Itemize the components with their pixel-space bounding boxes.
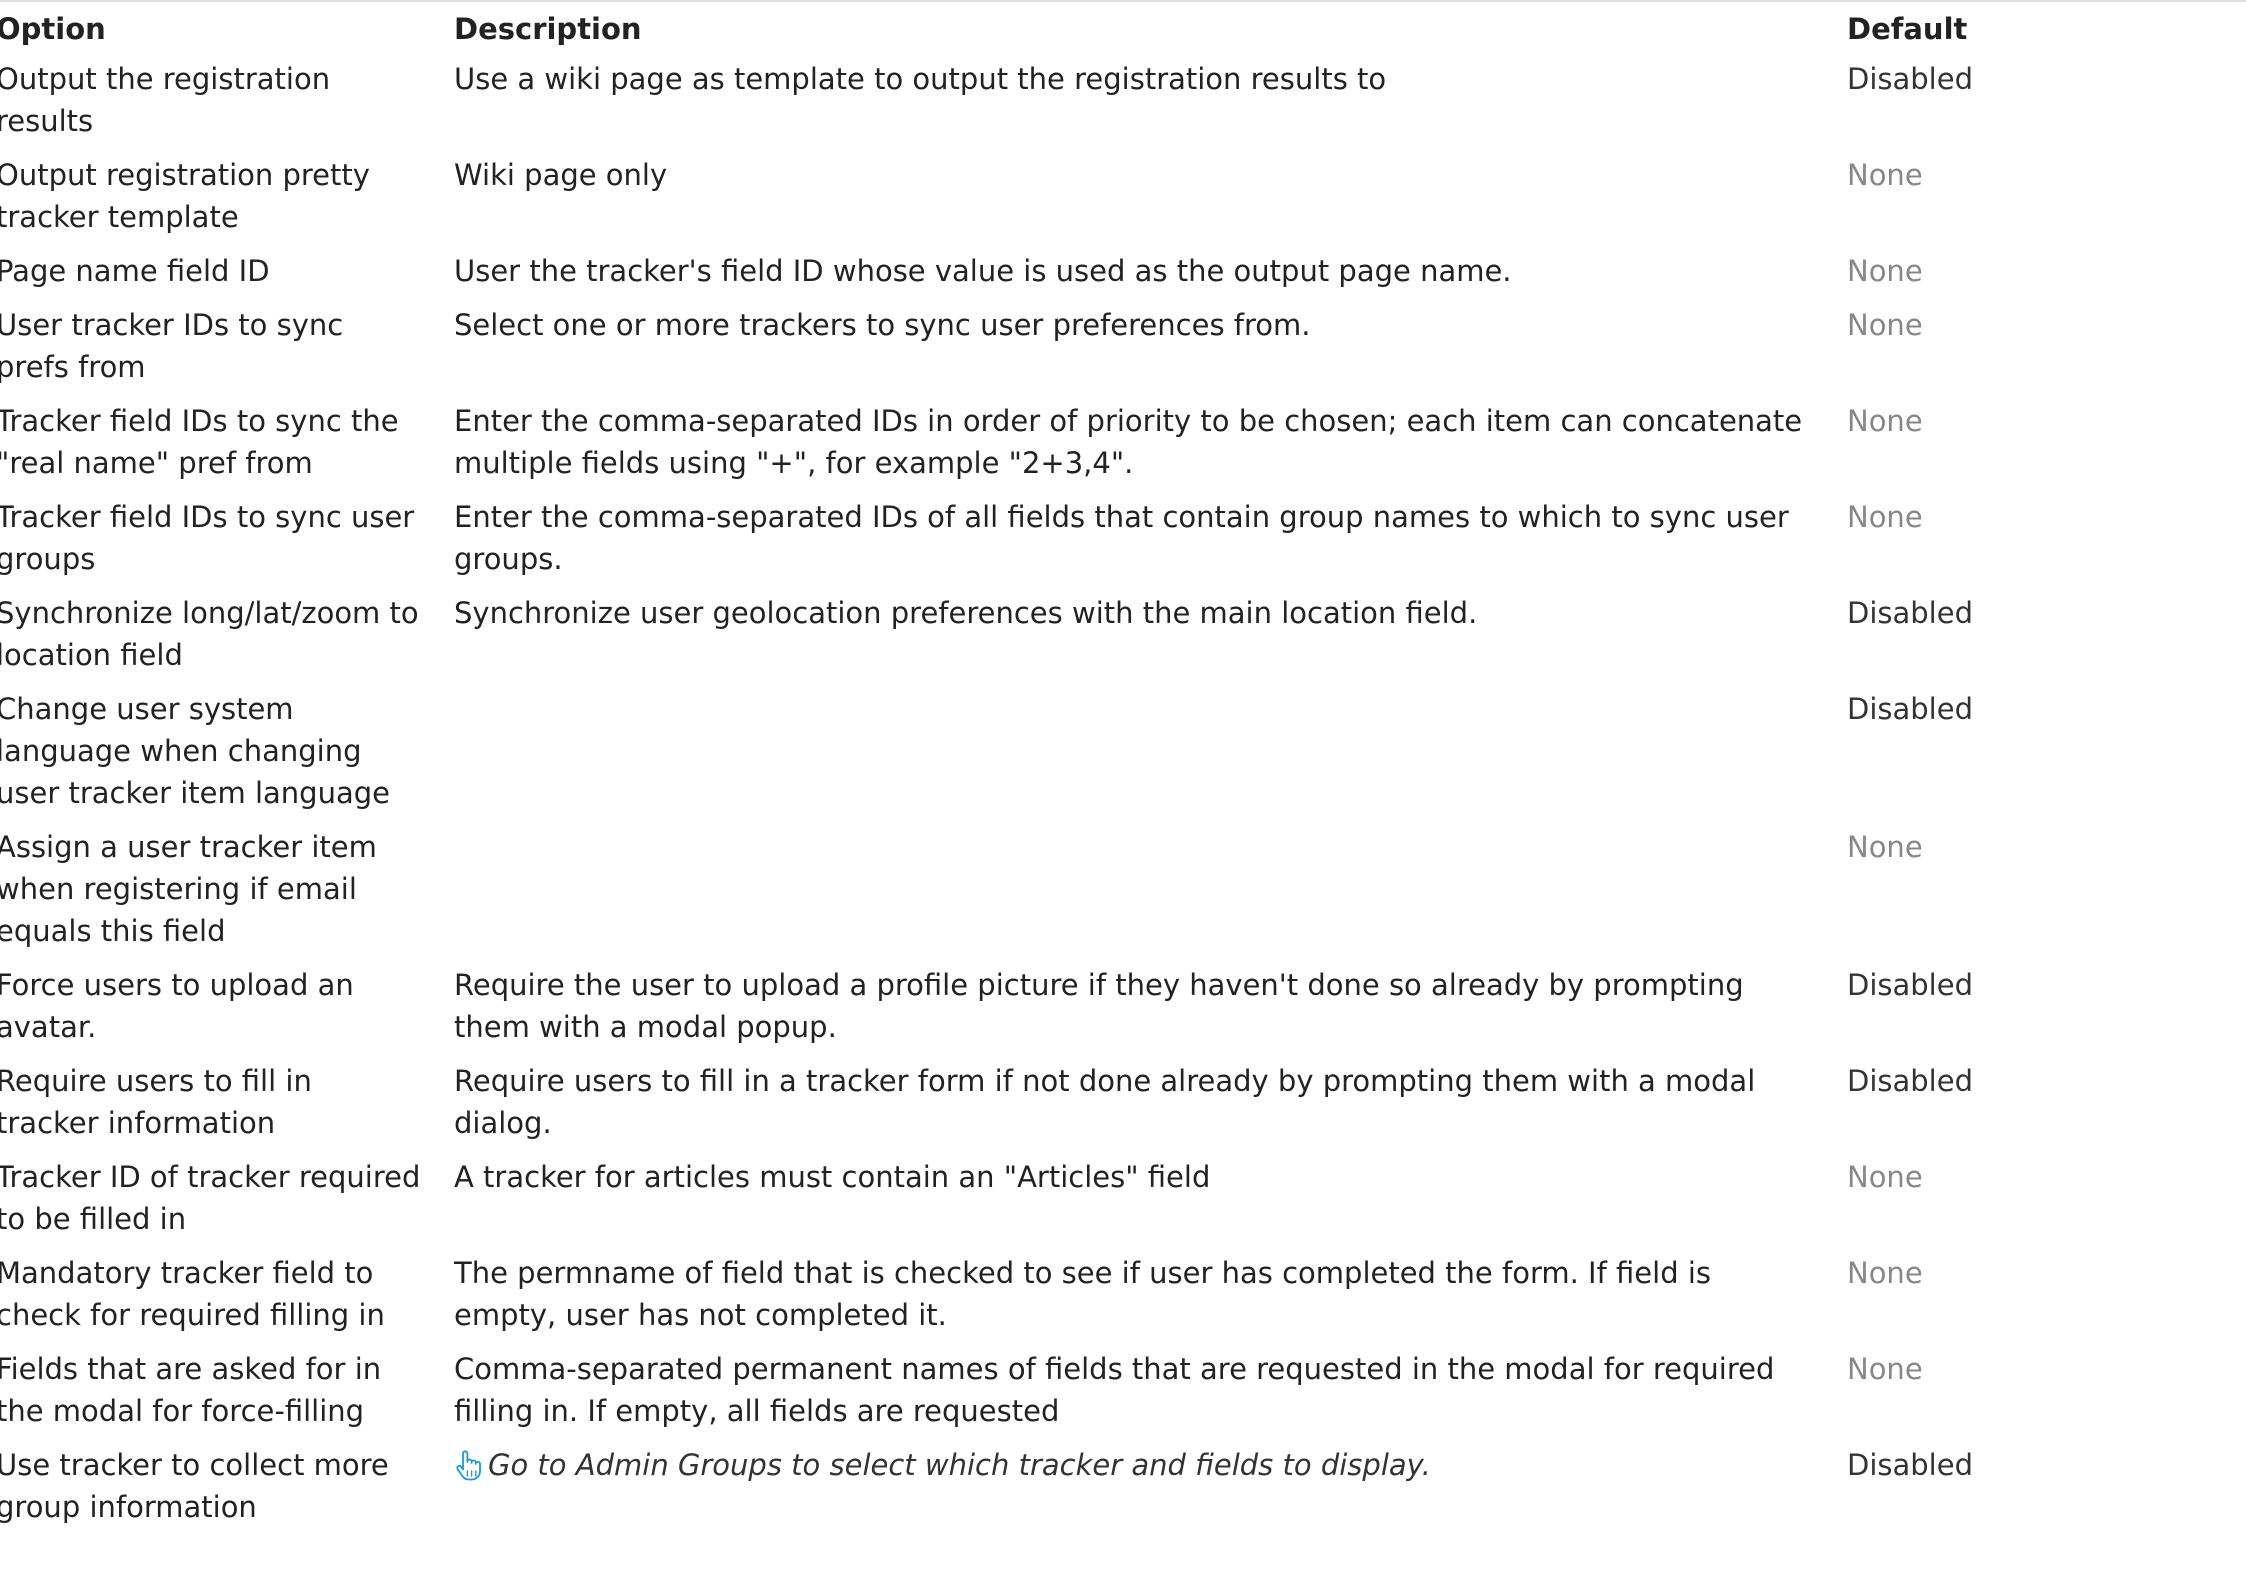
option-default: None — [1847, 158, 1923, 192]
option-default: None — [1847, 404, 1923, 438]
table-row: Synchronize long/lat/zoom to location fi… — [0, 592, 2116, 688]
option-name: Output the registration results — [0, 62, 331, 138]
table-row: Tracker field IDs to sync the "real name… — [0, 400, 2116, 496]
option-description: Synchronize user geolocation preferences… — [454, 596, 1478, 630]
option-default: None — [1847, 500, 1923, 534]
column-header-default: Default — [1847, 12, 1968, 46]
hand-pointer-icon — [456, 1450, 481, 1481]
option-description: Enter the comma-separated IDs in order o… — [454, 404, 1803, 480]
option-default: None — [1847, 830, 1923, 864]
table-row: Tracker field IDs to sync user groups En… — [0, 496, 2116, 592]
option-name: Change user system language when changin… — [0, 692, 390, 810]
option-default: Disabled — [1847, 62, 1973, 96]
option-description: Wiki page only — [454, 158, 668, 192]
option-description: User the tracker's field ID whose value … — [454, 254, 1512, 288]
option-name: Force users to upload an avatar. — [0, 968, 354, 1044]
option-default: None — [1847, 1352, 1923, 1386]
option-default: None — [1847, 1256, 1923, 1290]
option-name: User tracker IDs to sync prefs from — [0, 308, 344, 384]
table-header-row: Option Description Default — [0, 8, 2116, 58]
option-description: Select one or more trackers to sync user… — [454, 308, 1311, 342]
option-default: None — [1847, 254, 1923, 288]
column-header-description: Description — [454, 12, 642, 46]
table-row: Page name field ID User the tracker's fi… — [0, 250, 2116, 304]
table-row: Mandatory tracker field to check for req… — [0, 1252, 2116, 1348]
option-description: Require users to fill in a tracker form … — [454, 1064, 1756, 1140]
option-name: Assign a user tracker item when register… — [0, 830, 377, 948]
option-name: Output registration pretty tracker templ… — [0, 158, 370, 234]
table-row: Require users to fill in tracker informa… — [0, 1060, 2116, 1156]
table-row: Fields that are asked for in the modal f… — [0, 1348, 2116, 1444]
option-name: Fields that are asked for in the modal f… — [0, 1352, 382, 1428]
option-default: None — [1847, 308, 1923, 342]
option-description — [454, 826, 1847, 964]
option-name: Require users to fill in tracker informa… — [0, 1064, 312, 1140]
option-description: Comma-separated permanent names of field… — [454, 1352, 1775, 1428]
option-description: Require the user to upload a profile pic… — [454, 968, 1744, 1044]
option-name: Tracker field IDs to sync user groups — [0, 500, 415, 576]
option-name: Tracker field IDs to sync the "real name… — [0, 404, 399, 480]
table-row: Output registration pretty tracker templ… — [0, 154, 2116, 250]
table-row: Tracker ID of tracker required to be fil… — [0, 1156, 2116, 1252]
table-row: Use tracker to collect more group inform… — [0, 1444, 2116, 1540]
option-description: The permname of field that is checked to… — [454, 1256, 1711, 1332]
table-row: Change user system language when changin… — [0, 688, 2116, 826]
admin-groups-link-text: Go to Admin Groups to select which track… — [488, 1448, 1431, 1482]
table-row: Output the registration results Use a wi… — [0, 58, 2116, 154]
option-name: Tracker ID of tracker required to be fil… — [0, 1160, 421, 1236]
option-description — [454, 688, 1847, 826]
option-name: Use tracker to collect more group inform… — [0, 1448, 389, 1524]
option-name: Synchronize long/lat/zoom to location fi… — [0, 596, 419, 672]
option-default: Disabled — [1847, 1448, 1973, 1482]
option-default: Disabled — [1847, 596, 1973, 630]
option-description: Enter the comma-separated IDs of all fie… — [454, 500, 1789, 576]
option-name: Page name field ID — [0, 254, 270, 288]
table-row: Force users to upload an avatar. Require… — [0, 964, 2116, 1060]
option-description: Go to Admin Groups to select which track… — [454, 1444, 1847, 1540]
table-row: Assign a user tracker item when register… — [0, 826, 2116, 964]
option-default: None — [1847, 1160, 1923, 1194]
option-name: Mandatory tracker field to check for req… — [0, 1256, 385, 1332]
option-description: Use a wiki page as template to output th… — [454, 62, 1387, 96]
option-description: A tracker for articles must contain an "… — [454, 1160, 1211, 1194]
top-divider — [0, 0, 2246, 2]
option-default: Disabled — [1847, 692, 1973, 726]
table-row: User tracker IDs to sync prefs from Sele… — [0, 304, 2116, 400]
column-header-option: Option — [0, 12, 106, 46]
admin-groups-link[interactable]: Go to Admin Groups to select which track… — [454, 1448, 1431, 1482]
option-default: Disabled — [1847, 968, 1973, 1002]
preferences-page: Option Description Default Output the re… — [0, 0, 2246, 1588]
option-default: Disabled — [1847, 1064, 1973, 1098]
preferences-table: Option Description Default Output the re… — [0, 8, 2116, 1540]
